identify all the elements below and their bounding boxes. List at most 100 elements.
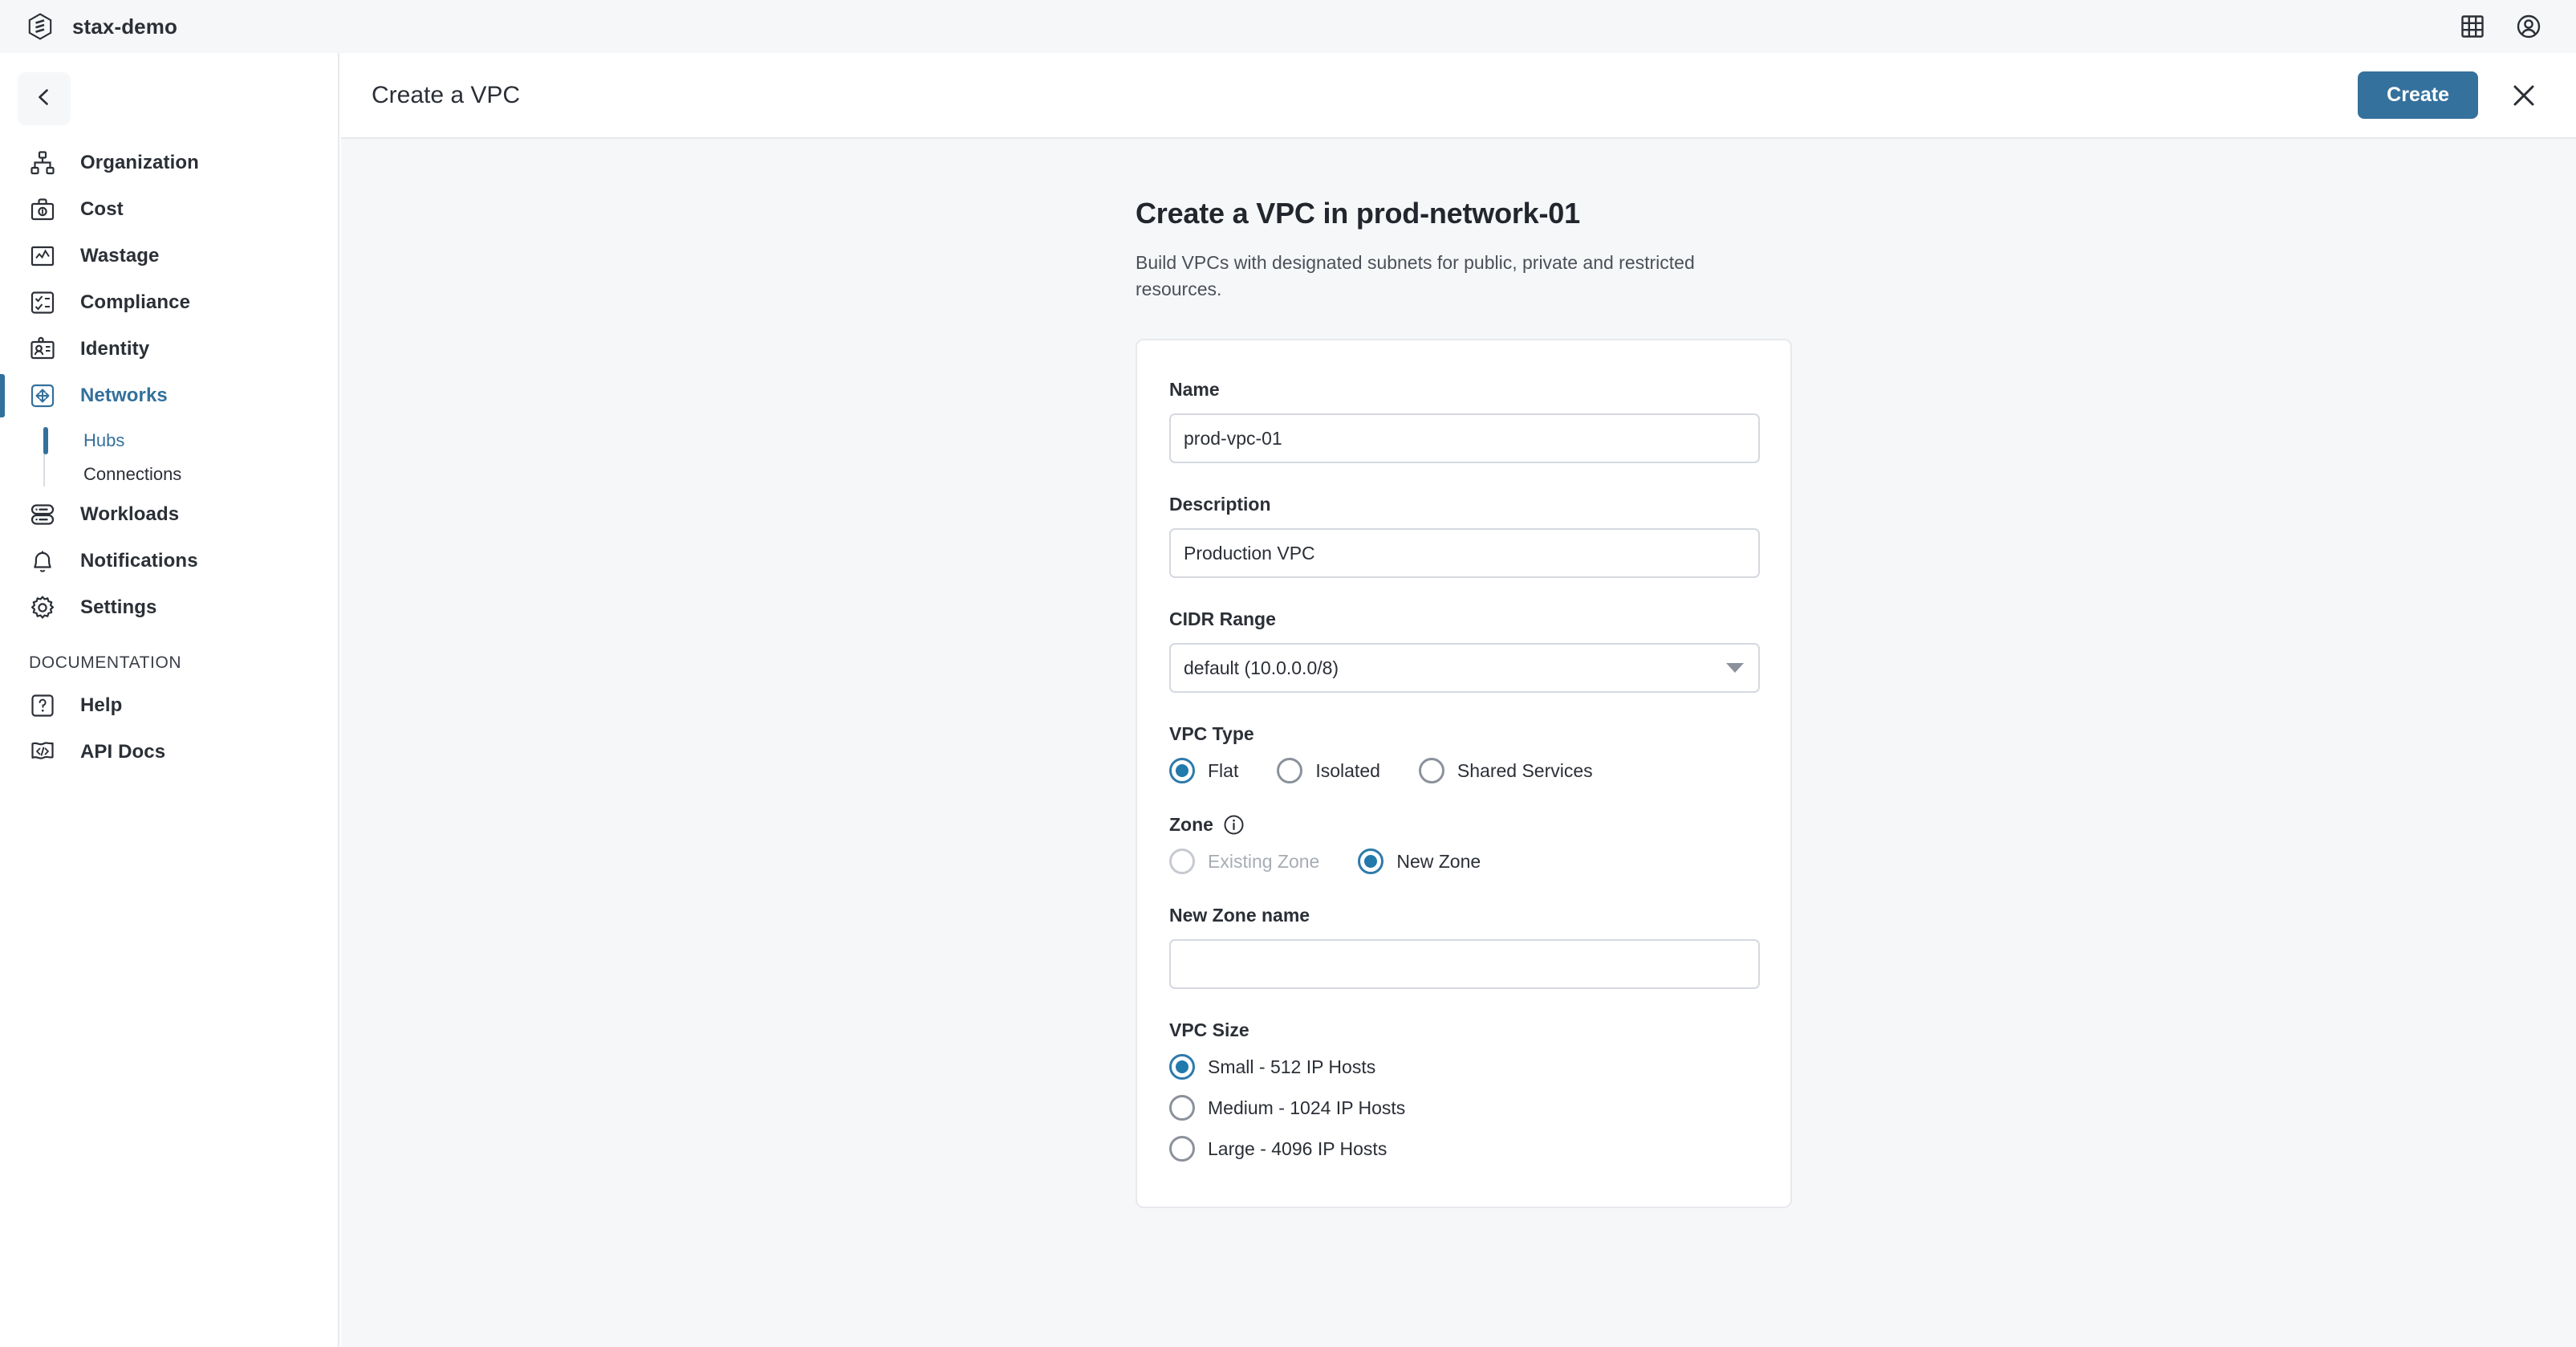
radio-option-flat[interactable]: Flat [1169, 758, 1238, 784]
main-panel: Create a VPC Create Create a VPC in prod… [341, 53, 2576, 1347]
new-zone-name-input[interactable] [1169, 939, 1760, 990]
sidebar-item-label: Help [80, 694, 123, 716]
cidr-range-label: CIDR Range [1169, 608, 1276, 630]
code-flag-icon [29, 739, 56, 766]
form-subheading: Build VPCs with designated subnets for p… [1136, 252, 1695, 299]
sidebar-item-notifications[interactable]: Notifications [0, 538, 338, 584]
radio-option-isolated[interactable]: Isolated [1277, 758, 1380, 784]
app-bar-actions [2459, 13, 2576, 40]
radio-indicator [1169, 1136, 1195, 1162]
sidebar-item-cost[interactable]: Cost [0, 186, 338, 233]
description-label: Description [1169, 494, 1271, 515]
sidebar-item-hubs[interactable]: Hubs [43, 424, 338, 458]
bell-icon [29, 547, 56, 575]
sidebar-item-networks[interactable]: Networks [0, 372, 338, 419]
page-header: Create a VPC Create [341, 53, 2576, 139]
brand-block[interactable]: stax-demo [0, 12, 177, 41]
sidebar-item-compliance[interactable]: Compliance [0, 279, 338, 326]
app-bar: stax-demo [0, 0, 2576, 53]
grid-apps-icon[interactable] [2459, 13, 2486, 40]
gear-icon [29, 594, 56, 621]
sidebar-item-workloads[interactable]: Workloads [0, 491, 338, 538]
close-icon[interactable] [2505, 77, 2542, 114]
chevron-left-icon [32, 85, 56, 113]
radio-label: Small - 512 IP Hosts [1208, 1056, 1376, 1077]
move-arrows-box-icon [29, 382, 56, 409]
sidebar-item-api-docs[interactable]: API Docs [0, 729, 338, 775]
sidebar-item-identity[interactable]: Identity [0, 326, 338, 372]
field-zone: Zone Existing Zone New Zone [1169, 814, 1758, 875]
radio-option-medium[interactable]: Medium - 1024 IP Hosts [1169, 1095, 1758, 1121]
vpc-type-radio-group: Flat Isolated Shared Services [1169, 758, 1758, 784]
briefcase-dollar-icon [29, 196, 56, 223]
sidebar-item-settings[interactable]: Settings [0, 584, 338, 631]
sidebar-item-label: Workloads [80, 503, 180, 525]
server-stack-icon [29, 501, 56, 528]
cidr-range-select[interactable]: default (10.0.0.0/8) [1169, 643, 1760, 694]
form-card: Name Description CIDR Range default (10.… [1136, 339, 1792, 1209]
vpc-size-radio-group: Small - 512 IP Hosts Medium - 1024 IP Ho… [1169, 1054, 1758, 1162]
org-chart-icon [29, 149, 56, 177]
radio-option-large[interactable]: Large - 4096 IP Hosts [1169, 1136, 1758, 1162]
info-circle-icon[interactable] [1223, 814, 1245, 836]
brand-name: stax-demo [72, 14, 177, 39]
cidr-range-value: default (10.0.0.0/8) [1184, 657, 1339, 678]
create-button[interactable]: Create [2358, 71, 2478, 119]
sidebar-item-label: Organization [80, 152, 199, 173]
sidebar-item-label: Compliance [80, 291, 191, 313]
radio-indicator [1169, 758, 1195, 784]
checklist-icon [29, 289, 56, 316]
zone-radio-group: Existing Zone New Zone [1169, 848, 1758, 875]
vpc-size-label: VPC Size [1169, 1019, 1249, 1041]
question-box-icon [29, 692, 56, 719]
form-heading: Create a VPC in prod-network-01 [1136, 197, 1580, 230]
radio-option-small[interactable]: Small - 512 IP Hosts [1169, 1054, 1758, 1080]
radio-indicator [1418, 758, 1444, 784]
radio-indicator [1169, 1095, 1195, 1121]
sidebar-item-help[interactable]: Help [0, 682, 338, 729]
page-title: Create a VPC [372, 81, 521, 108]
sidebar-item-label: Networks [80, 385, 168, 406]
sidebar-nav: Organization Cost Wastage Compliance Ide… [0, 140, 338, 775]
radio-label: Medium - 1024 IP Hosts [1208, 1097, 1406, 1118]
header-actions: Create [2358, 71, 2542, 119]
radio-label: Shared Services [1457, 759, 1593, 781]
new-zone-name-label: New Zone name [1169, 905, 1310, 926]
zone-label: Zone [1169, 814, 1213, 836]
radio-label: Large - 4096 IP Hosts [1208, 1137, 1388, 1159]
sidebar-item-connections[interactable]: Connections [45, 458, 338, 491]
sidebar-subitem-label: Hubs [83, 430, 125, 450]
vpc-type-label: VPC Type [1169, 723, 1254, 745]
chart-line-box-icon [29, 242, 56, 270]
id-badge-icon [29, 336, 56, 363]
field-vpc-type: VPC Type Flat Isolated Shared Services [1169, 723, 1758, 784]
sidebar-item-wastage[interactable]: Wastage [0, 233, 338, 279]
radio-indicator [1169, 848, 1195, 875]
field-description: Description [1169, 494, 1760, 579]
sidebar-item-label: Settings [80, 596, 157, 618]
page-body: Create a VPC in prod-network-01 Build VP… [341, 139, 2576, 1345]
radio-indicator [1169, 1054, 1195, 1080]
description-input[interactable] [1169, 528, 1760, 579]
stax-hexagon-logo-icon [26, 12, 55, 41]
user-account-icon[interactable] [2515, 13, 2542, 40]
field-name: Name [1169, 379, 1760, 464]
radio-indicator [1358, 848, 1384, 875]
sidebar-collapse-button[interactable] [18, 72, 71, 125]
field-cidr-range: CIDR Range default (10.0.0.0/8) [1169, 608, 1760, 694]
radio-label: Existing Zone [1208, 850, 1320, 872]
sidebar-subnav-networks: Hubs Connections [0, 424, 338, 491]
radio-option-shared-services[interactable]: Shared Services [1418, 758, 1593, 784]
create-vpc-form: Create a VPC in prod-network-01 Build VP… [1136, 139, 1792, 1209]
sidebar-item-organization[interactable]: Organization [0, 140, 338, 186]
zone-label-row: Zone [1169, 814, 1758, 836]
radio-option-new-zone[interactable]: New Zone [1358, 848, 1481, 875]
radio-label: Isolated [1315, 759, 1380, 781]
name-input[interactable] [1169, 413, 1760, 464]
sidebar-item-label: Wastage [80, 245, 160, 267]
field-vpc-size: VPC Size Small - 512 IP Hosts Medium - 1… [1169, 1019, 1758, 1162]
name-label: Name [1169, 379, 1220, 401]
sidebar-item-label: API Docs [80, 741, 166, 763]
radio-option-existing-zone: Existing Zone [1169, 848, 1320, 875]
sidebar-subitem-label: Connections [83, 464, 182, 484]
